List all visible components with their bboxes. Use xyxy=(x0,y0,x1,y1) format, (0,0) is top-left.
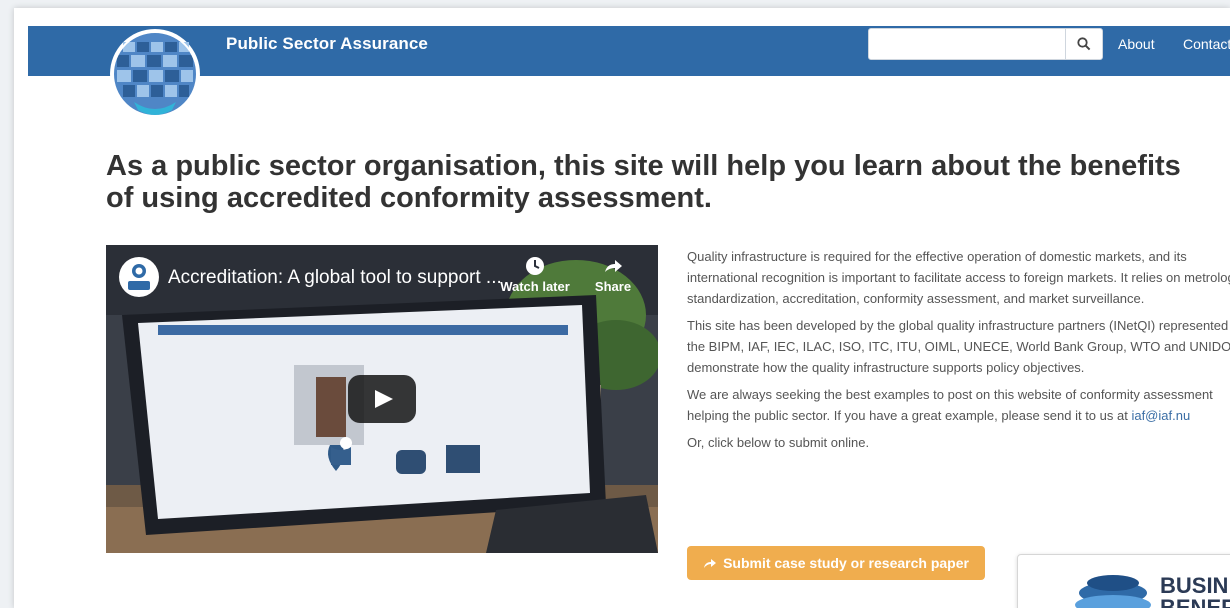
business-benefits-card[interactable]: BUSIN BENEF xyxy=(1017,554,1230,608)
arrow-icon xyxy=(704,559,717,568)
channel-avatar[interactable] xyxy=(119,257,159,297)
globe-icon xyxy=(110,29,200,119)
intro-text: Quality infrastructure is required for t… xyxy=(687,246,1230,459)
video-embed[interactable]: Accreditation: A global tool to support … xyxy=(106,245,658,553)
search-icon xyxy=(1077,37,1091,51)
watch-later-label: Watch later xyxy=(500,279,570,294)
page-headline: As a public sector organisation, this si… xyxy=(106,150,1181,214)
play-icon xyxy=(375,390,393,408)
submit-hint: Or, click below to submit online. xyxy=(687,435,870,450)
contact-paragraph: We are always seeking the best examples … xyxy=(687,384,1230,426)
share-button[interactable]: Share xyxy=(568,255,658,294)
email-link[interactable]: iaf@iaf.nu xyxy=(1131,408,1190,423)
watch-later-button[interactable]: Watch later xyxy=(490,255,580,294)
page: Public Sector Assurance About Contact As… xyxy=(14,8,1230,608)
business-text-line-2: BENEF xyxy=(1160,595,1230,608)
intro-paragraph-1: Quality infrastructure is required for t… xyxy=(687,249,1230,306)
navbar: Public Sector Assurance About Contact xyxy=(28,26,1230,76)
submit-case-study-button[interactable]: Submit case study or research paper xyxy=(687,546,985,580)
globe-logo[interactable] xyxy=(106,28,204,120)
share-icon xyxy=(605,260,622,272)
nav-about[interactable]: About xyxy=(1118,36,1155,52)
business-benefits-text: BUSIN BENEF xyxy=(1160,575,1230,608)
brand-link[interactable]: Public Sector Assurance xyxy=(226,34,428,54)
submit-button-label: Submit case study or research paper xyxy=(723,555,969,571)
play-button[interactable] xyxy=(348,375,416,423)
clock-icon xyxy=(526,257,544,275)
video-title[interactable]: Accreditation: A global tool to support … xyxy=(168,267,502,289)
share-label: Share xyxy=(594,279,632,294)
business-logo-icon xyxy=(1075,575,1151,608)
search-input[interactable] xyxy=(868,28,1066,60)
search-button[interactable] xyxy=(1065,28,1103,60)
intro-paragraph-2: This site has been developed by the glob… xyxy=(687,318,1230,375)
iaf-logo-icon xyxy=(128,264,150,290)
nav-contact[interactable]: Contact xyxy=(1183,36,1230,52)
